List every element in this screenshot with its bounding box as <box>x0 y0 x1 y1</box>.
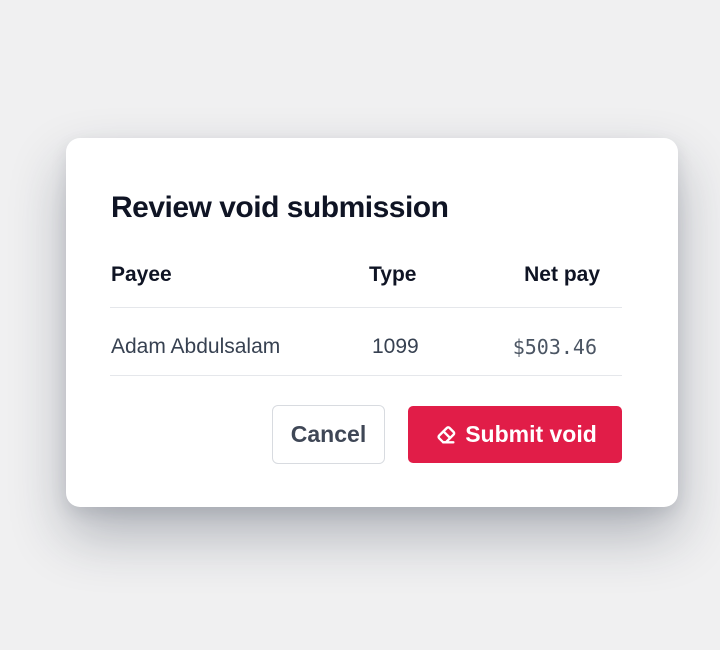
cancel-button[interactable]: Cancel <box>272 405 385 464</box>
payment-type: 1099 <box>372 335 419 358</box>
column-header-net-pay: Net pay <box>524 263 600 286</box>
review-void-dialog: Review void submission Payee Type Net pa… <box>66 138 678 507</box>
table-row: Adam Abdulsalam 1099 $503.46 <box>110 308 622 376</box>
void-summary-table: Payee Type Net pay Adam Abdulsalam 1099 … <box>110 254 622 376</box>
payee-name: Adam Abdulsalam <box>111 335 281 358</box>
column-header-type: Type <box>369 263 417 286</box>
column-header-payee: Payee <box>111 263 172 286</box>
net-pay-amount: $503.46 <box>512 335 597 359</box>
dialog-title: Review void submission <box>111 191 449 224</box>
submit-void-label: Submit void <box>465 421 597 447</box>
eraser-icon <box>435 424 457 446</box>
submit-void-button[interactable]: Submit void <box>408 406 622 463</box>
table-header-row: Payee Type Net pay <box>110 254 622 308</box>
